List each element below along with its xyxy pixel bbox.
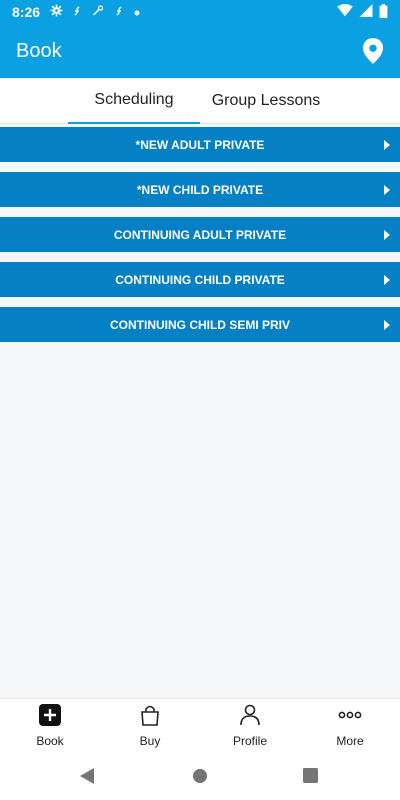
dot-icon — [133, 4, 141, 20]
chevron-right-icon — [384, 229, 390, 240]
plus-square-icon — [39, 703, 61, 731]
app-bar: Book — [0, 24, 400, 78]
menu-item-label: CONTINUING CHILD PRIVATE — [115, 272, 285, 287]
bottom-nav: Book Buy Profile More — [0, 698, 400, 752]
chevron-right-icon — [384, 184, 390, 195]
nav-item-buy[interactable]: Buy — [100, 699, 200, 752]
recents-icon[interactable] — [303, 768, 318, 788]
menu-item-label: CONTINUING ADULT PRIVATE — [113, 227, 287, 242]
back-icon[interactable] — [80, 768, 96, 789]
menu-item-new-adult-private[interactable]: *NEW ADULT PRIVATE — [0, 127, 400, 162]
more-dots-icon — [338, 704, 362, 731]
wifi-icon — [337, 4, 353, 20]
nav-item-more[interactable]: More — [300, 699, 400, 752]
nav-label: Profile — [232, 733, 267, 748]
battery-icon — [379, 3, 388, 21]
shopping-bag-icon — [139, 704, 161, 731]
nav-item-profile[interactable]: Profile — [200, 699, 300, 752]
system-nav-bar — [0, 752, 400, 800]
person-icon — [239, 704, 261, 731]
booking-list: *NEW ADULT PRIVATE *NEW CHILD PRIVATE CO… — [0, 124, 400, 698]
menu-item-continuing-adult-private[interactable]: CONTINUING ADULT PRIVATE — [0, 217, 400, 252]
tab-scheduling[interactable]: Scheduling — [68, 78, 200, 124]
nav-item-book[interactable]: Book — [0, 699, 100, 752]
menu-item-new-child-private[interactable]: *NEW CHILD PRIVATE — [0, 172, 400, 207]
menu-item-label: *NEW CHILD PRIVATE — [136, 182, 264, 197]
menu-item-continuing-child-semi-priv[interactable]: CONTINUING CHILD SEMI PRIV — [0, 307, 400, 342]
menu-item-label: CONTINUING CHILD SEMI PRIV — [109, 317, 290, 332]
status-time: 8:26 — [12, 4, 41, 20]
menu-item-continuing-child-private[interactable]: CONTINUING CHILD PRIVATE — [0, 262, 400, 297]
nav-label: Book — [36, 733, 64, 748]
location-pin-icon[interactable] — [362, 38, 384, 64]
status-bar: 8:26 — [0, 0, 400, 24]
chevron-right-icon — [384, 274, 390, 285]
menu-item-label: *NEW ADULT PRIVATE — [135, 137, 265, 152]
chevron-right-icon — [384, 139, 390, 150]
link-icon — [71, 4, 83, 20]
signal-icon — [359, 4, 373, 20]
wrench-icon — [91, 4, 105, 20]
tab-bar: Scheduling Group Lessons — [0, 78, 400, 124]
page-title: Book — [16, 39, 62, 62]
home-icon[interactable] — [192, 768, 208, 789]
nav-label: More — [336, 733, 364, 748]
gear-icon — [50, 4, 63, 20]
status-left-icons — [50, 4, 141, 20]
link-icon — [113, 4, 125, 20]
status-right-icons — [337, 3, 388, 21]
nav-label: Buy — [139, 733, 161, 748]
chevron-right-icon — [384, 319, 390, 330]
tab-group-lessons[interactable]: Group Lessons — [200, 78, 332, 124]
